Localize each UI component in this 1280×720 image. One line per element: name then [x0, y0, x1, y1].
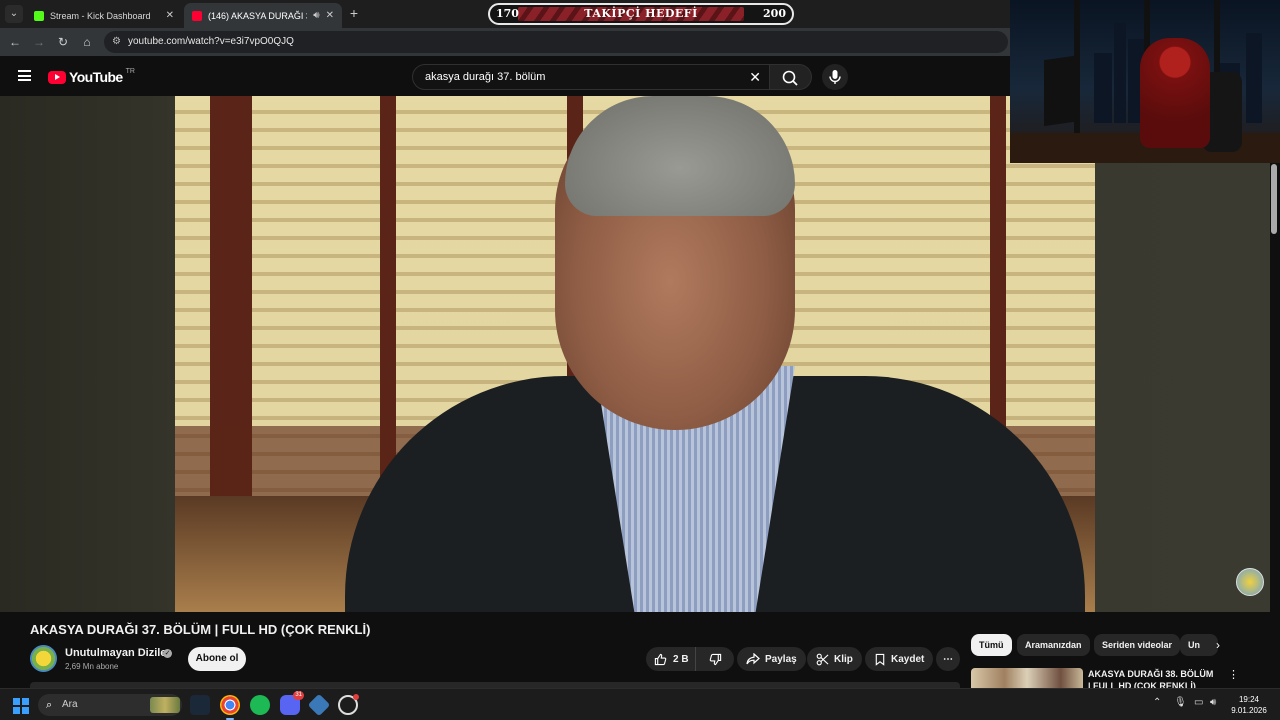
scrollbar[interactable] [1271, 164, 1277, 234]
reload-icon[interactable]: ↻ [55, 34, 71, 50]
scissors-icon [816, 653, 829, 665]
search-icon [782, 70, 798, 86]
steam-icon[interactable] [190, 695, 210, 715]
chip-from-search[interactable]: Aramanızdan [1017, 634, 1090, 656]
clear-search-icon[interactable]: ✕ [749, 65, 761, 89]
microphone-icon[interactable]: 🎙︎ [1174, 697, 1187, 708]
webcam-overlay [1010, 0, 1280, 163]
share-icon [746, 652, 760, 664]
youtube-play-icon [48, 70, 66, 84]
spotify-icon[interactable] [250, 695, 270, 715]
goal-label: TAKİPÇİ HEDEFİ [584, 7, 698, 20]
bookmark-icon [875, 653, 885, 666]
like-count: 2 B [673, 653, 689, 665]
taskbar-search[interactable]: ⌕ Ara [38, 694, 182, 716]
close-tab-icon[interactable]: ✕ [326, 5, 334, 27]
channel-watermark[interactable] [1236, 568, 1264, 596]
kebab-menu-icon[interactable]: ⋮ [1228, 668, 1239, 681]
chip-partial[interactable]: Un [1180, 634, 1218, 656]
new-tab-button[interactable]: + [346, 5, 362, 21]
address-bar[interactable]: ⚙ youtube.com/watch?v=e3i7vpO0QJQ [104, 31, 1008, 53]
save-label: Kaydet [891, 653, 925, 665]
search-query: akasya durağı 37. bölüm [425, 71, 546, 83]
volume-icon[interactable]: 🔊︎ [1210, 697, 1216, 708]
search-highlight-image [150, 697, 180, 713]
windows-taskbar: ⌕ Ara 31 ⌃ 🎙︎ ▭ 🔊︎ 19:24 9.01.2026 [0, 688, 1280, 720]
video-title: AKASYA DURAĞI 37. BÖLÜM | FULL HD (ÇOK R… [30, 622, 371, 637]
discord-badge: 31 [293, 691, 304, 700]
chevron-right-icon[interactable]: › [1216, 638, 1220, 652]
clip-label: Klip [834, 653, 853, 665]
display-icon[interactable]: ▭ [1194, 697, 1203, 708]
clock-time: 19:24 [1238, 695, 1260, 704]
subscribe-button[interactable]: Abone ol [188, 647, 246, 671]
url-text: youtube.com/watch?v=e3i7vpO0QJQ [128, 36, 294, 47]
taskbar-clock[interactable]: 19:24 9.01.2026 [1224, 694, 1274, 716]
youtube-header: YouTube TR akasya durağı 37. bölüm ✕ [0, 56, 1010, 96]
more-icon: ⋯ [943, 653, 953, 665]
video-frame[interactable] [175, 96, 1095, 612]
menu-icon[interactable] [18, 70, 31, 81]
share-button[interactable]: Paylaş [737, 647, 806, 671]
microphone-icon [829, 70, 841, 84]
subscriber-count: 2,69 Mn abone [65, 662, 119, 671]
clock-date: 9.01.2026 [1231, 706, 1267, 715]
site-info-icon[interactable]: ⚙ [112, 31, 121, 53]
thumbs-up-icon [654, 653, 667, 665]
youtube-logo[interactable]: YouTube TR [48, 67, 135, 85]
verified-icon: ✓ [163, 649, 172, 658]
tab-kick-dashboard[interactable]: Stream - Kick Dashboard ✕ [26, 3, 182, 28]
chrome-icon[interactable] [220, 695, 240, 720]
search-input[interactable]: akasya durağı 37. bölüm ✕ [412, 64, 770, 90]
channel-avatar[interactable] [30, 645, 57, 672]
windows-start-icon[interactable] [13, 698, 29, 714]
tab-youtube-video[interactable]: (146) AKASYA DURAĞI 37. B 🔊︎ ✕ [184, 3, 342, 28]
forward-arrow-icon[interactable]: → [31, 34, 47, 50]
taskbar-search-placeholder: Ara [62, 699, 78, 710]
dislike-button[interactable] [701, 653, 722, 666]
streamer-avatar [1140, 38, 1210, 148]
logo-text: YouTube [69, 69, 123, 85]
speaker-icon[interactable]: 🔊︎ [313, 5, 319, 27]
discord-icon[interactable]: 31 [280, 691, 304, 715]
recommendation-title[interactable]: AKASYA DURAĞI 38. BÖLÜM | FULL HD (ÇOK R… [1088, 668, 1218, 688]
goal-target: 200 [763, 7, 786, 20]
chevron-up-icon[interactable]: ⌃ [1153, 697, 1161, 708]
youtube-icon [192, 10, 202, 21]
search-icon: ⌕ [46, 699, 53, 711]
thumbs-down-icon [709, 653, 722, 665]
recommendation-thumbnail[interactable] [971, 668, 1083, 688]
more-actions-button[interactable]: ⋯ [936, 647, 960, 671]
chip-series[interactable]: Seriden videolar [1094, 634, 1181, 656]
home-icon[interactable]: ⌂ [79, 34, 95, 50]
tab-search-button[interactable]: ⌄ [5, 5, 23, 23]
close-tab-icon[interactable]: ✕ [166, 5, 174, 27]
like-dislike-group: 2 B [646, 647, 734, 671]
like-button[interactable]: 2 B [646, 647, 696, 671]
chip-all[interactable]: Tümü [971, 634, 1012, 656]
back-arrow-icon[interactable]: ← [7, 34, 23, 50]
search-button[interactable] [770, 64, 812, 90]
obs-icon[interactable] [338, 694, 359, 715]
tab-title: (146) AKASYA DURAĞI 37. B [208, 10, 307, 21]
save-button[interactable]: Kaydet [865, 647, 934, 671]
channel-name[interactable]: Unutulmayan Diziler [65, 647, 171, 659]
app-icon[interactable] [307, 693, 331, 717]
clip-button[interactable]: Klip [807, 647, 862, 671]
region-code: TR [125, 67, 135, 75]
follower-goal-bar: 170 TAKİPÇİ HEDEFİ 200 [488, 3, 794, 25]
share-label: Paylaş [765, 653, 797, 665]
tab-title: Stream - Kick Dashboard [50, 10, 151, 21]
person-hair [565, 96, 795, 216]
kick-icon [34, 10, 44, 21]
voice-search-button[interactable] [822, 64, 848, 90]
